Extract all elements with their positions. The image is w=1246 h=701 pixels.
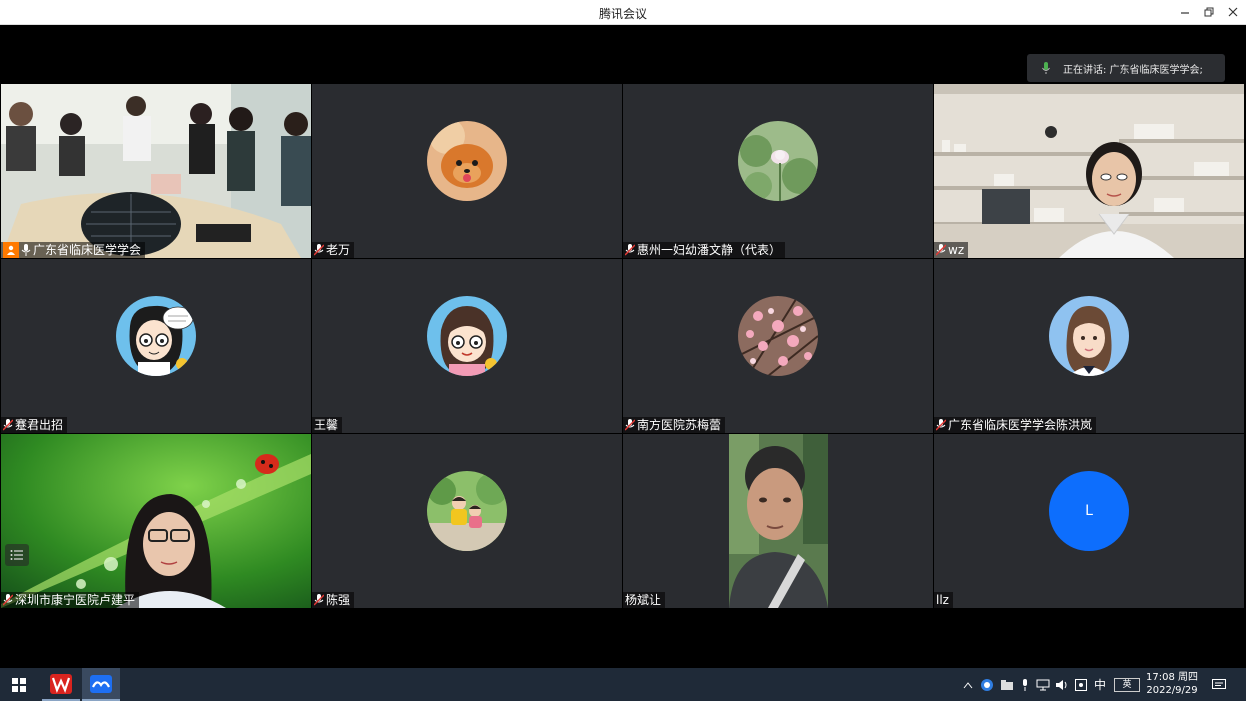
participant-name: wz [948,243,965,257]
participant-name-bar: 广东省临床医学学会 [1,242,146,258]
start-button[interactable] [0,668,38,701]
participant-name: 蹇君出招 [15,418,64,432]
video-tile-5[interactable]: 蹇君出招 [1,259,311,433]
video-tile-3[interactable]: 惠州一妇幼潘文静（代表） [623,84,933,258]
notification-center-button[interactable] [1204,668,1234,701]
network-icon[interactable] [1034,679,1052,691]
avatar-woman-photo-icon [1049,296,1129,376]
host-icon [3,242,19,258]
video-tile-12[interactable]: L llz [934,434,1244,608]
ime-mode-indicator[interactable]: 英 [1114,677,1140,692]
tencent-meeting-taskbar-button[interactable] [82,668,120,701]
video-tile-7[interactable]: 南方医院苏梅蕾 [623,259,933,433]
man-portrait-video [623,434,933,608]
participant-name: 惠州一妇幼潘文静（代表） [637,243,782,257]
video-tile-9[interactable]: 深圳市康宁医院卢建平 [1,434,311,608]
participant-name: 深圳市康宁医院卢建平 [15,593,136,607]
participant-name: 陈强 [326,593,351,607]
avatar-lotus-icon [738,121,818,201]
title-bar: 腾讯会议 [0,0,1246,25]
microphone-muted-icon [314,594,324,606]
clock-time: 17:08 周四 [1146,672,1198,683]
participant-name-bar: llz [934,592,953,608]
system-clock[interactable]: 17:08 周四 2022/9/29 [1140,671,1204,697]
participant-name: 广东省临床医学学会陈洪岚 [948,418,1093,432]
participant-name-bar: 陈强 [312,592,355,608]
tencent-meeting-icon [90,674,112,693]
avatar-cartoon-girl-icon [427,296,507,376]
microphone-muted-icon [936,419,946,431]
windows-logo-icon [12,677,26,692]
wps-icon [50,673,72,694]
ime-language-toggle[interactable]: 中 [1090,676,1110,693]
participant-name: 南方医院苏梅蕾 [637,418,722,432]
clock-date: 2022/9/29 [1146,685,1198,696]
meeting-window: 腾讯会议 正在讲话: 广东省临床医学学会; 广东省临床医学学会 老万 惠州一妇幼… [0,0,1246,701]
participant-name: llz [936,593,949,607]
taskbar: 中 英 17:08 周四 2022/9/29 [0,668,1246,701]
avatar-dog-icon [427,121,507,201]
minimize-button[interactable] [1176,3,1194,21]
microphone-muted-icon [625,419,635,431]
microphone-muted-icon [314,244,324,256]
video-tile-8[interactable]: 广东省临床医学学会陈洪岚 [934,259,1244,433]
video-tile-2[interactable]: 老万 [312,84,622,258]
green-leaf-background-video [1,434,311,608]
microphone-icon [1035,61,1057,75]
participant-name: 广东省临床医学学会 [33,243,142,257]
avatar-cartoon-doctor-icon [116,296,196,376]
participant-name-bar: 惠州一妇幼潘文静（代表） [623,242,786,258]
participant-name-bar: wz [934,242,969,258]
video-tile-1[interactable]: 广东省临床医学学会 [1,84,311,258]
close-icon [1228,7,1238,17]
microphone-muted-icon [625,244,635,256]
microphone-muted-icon [936,244,946,256]
video-tile-6[interactable]: 王馨 [312,259,622,433]
participant-name-bar: 蹇君出招 [1,417,68,433]
notification-icon [1212,678,1226,689]
tray-app-icon[interactable] [976,678,998,692]
bookshelf-video [934,84,1244,258]
participant-name-bar: 老万 [312,242,355,258]
speaking-indicator: 正在讲话: 广东省临床医学学会; [1027,54,1225,82]
restore-button[interactable] [1200,3,1218,21]
list-icon [10,550,23,560]
video-tile-4[interactable]: wz [934,84,1244,258]
microphone-icon [21,244,31,256]
folder-icon[interactable] [998,679,1016,690]
microphone-icon[interactable] [1016,678,1034,691]
microphone-muted-icon [3,419,13,431]
participant-name: 杨斌让 [625,593,662,607]
window-title: 腾讯会议 [598,7,647,21]
participant-name-bar: 广东省临床医学学会陈洪岚 [934,417,1097,433]
restore-icon [1204,7,1214,17]
video-tile-10[interactable]: 陈强 [312,434,622,608]
system-tray: 中 英 [960,668,1140,701]
avatar-plum-blossom-icon [738,296,818,376]
video-grid: 广东省临床医学学会 老万 惠州一妇幼潘文静（代表） wz 蹇君出招 王馨 南方医… [1,84,1245,609]
avatar-letter: L [1049,471,1129,551]
close-button[interactable] [1224,3,1242,21]
video-tile-11[interactable]: 杨斌让 [623,434,933,608]
wps-taskbar-button[interactable] [42,668,80,701]
menu-button[interactable] [5,544,29,566]
participant-name-bar: 南方医院苏梅蕾 [623,417,726,433]
participant-name-bar: 杨斌让 [623,592,666,608]
participant-name-bar: 王馨 [312,417,343,433]
minimize-icon [1181,12,1189,14]
avatar-children-photo-icon [427,471,507,551]
participant-name: 王馨 [314,418,339,432]
ime-settings-icon[interactable] [1072,678,1090,691]
volume-icon[interactable] [1052,679,1072,691]
chevron-up-icon[interactable] [960,678,976,692]
speaking-text: 正在讲话: 广东省临床医学学会; [1063,64,1203,76]
conference-room-video [1,84,311,258]
participant-name-bar: 深圳市康宁医院卢建平 [1,592,140,608]
participant-name: 老万 [326,243,351,257]
microphone-muted-icon [3,594,13,606]
